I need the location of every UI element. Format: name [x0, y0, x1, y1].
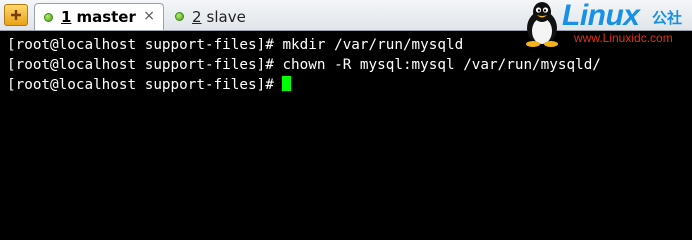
tab-title: master [76, 8, 136, 26]
tab-master[interactable]: 1 master × [34, 3, 164, 30]
tab-title: slave [206, 7, 246, 26]
new-session-button[interactable] [4, 4, 28, 26]
connected-status-icon [175, 12, 184, 21]
tab-number: 1 [61, 8, 72, 26]
logo-subtext: 公社 [652, 9, 683, 27]
plus-icon [11, 10, 21, 20]
text-cursor [282, 76, 292, 91]
close-icon[interactable]: × [143, 8, 155, 24]
terminal-area[interactable]: [root@localhost support-files]# mkdir /v… [0, 31, 692, 217]
tab-slave[interactable]: 2 slave [166, 3, 276, 30]
logo-text: Linux [562, 0, 640, 32]
tab-number: 2 [192, 7, 202, 26]
watermark-logo: Linux 公社 www.Linuxidc.com [518, 0, 692, 48]
terminal-prompt-line: [root@localhost support-files]# [7, 75, 292, 95]
terminal-prompt: [root@localhost support-files]# [7, 77, 283, 93]
logo-url: www.Linuxidc.com [574, 31, 673, 45]
tux-penguin-icon [526, 2, 558, 47]
terminal-line: [root@localhost support-files]# mkdir /v… [7, 37, 464, 53]
terminal-line: [root@localhost support-files]# chown -R… [7, 57, 601, 73]
connected-status-icon [44, 12, 53, 22]
